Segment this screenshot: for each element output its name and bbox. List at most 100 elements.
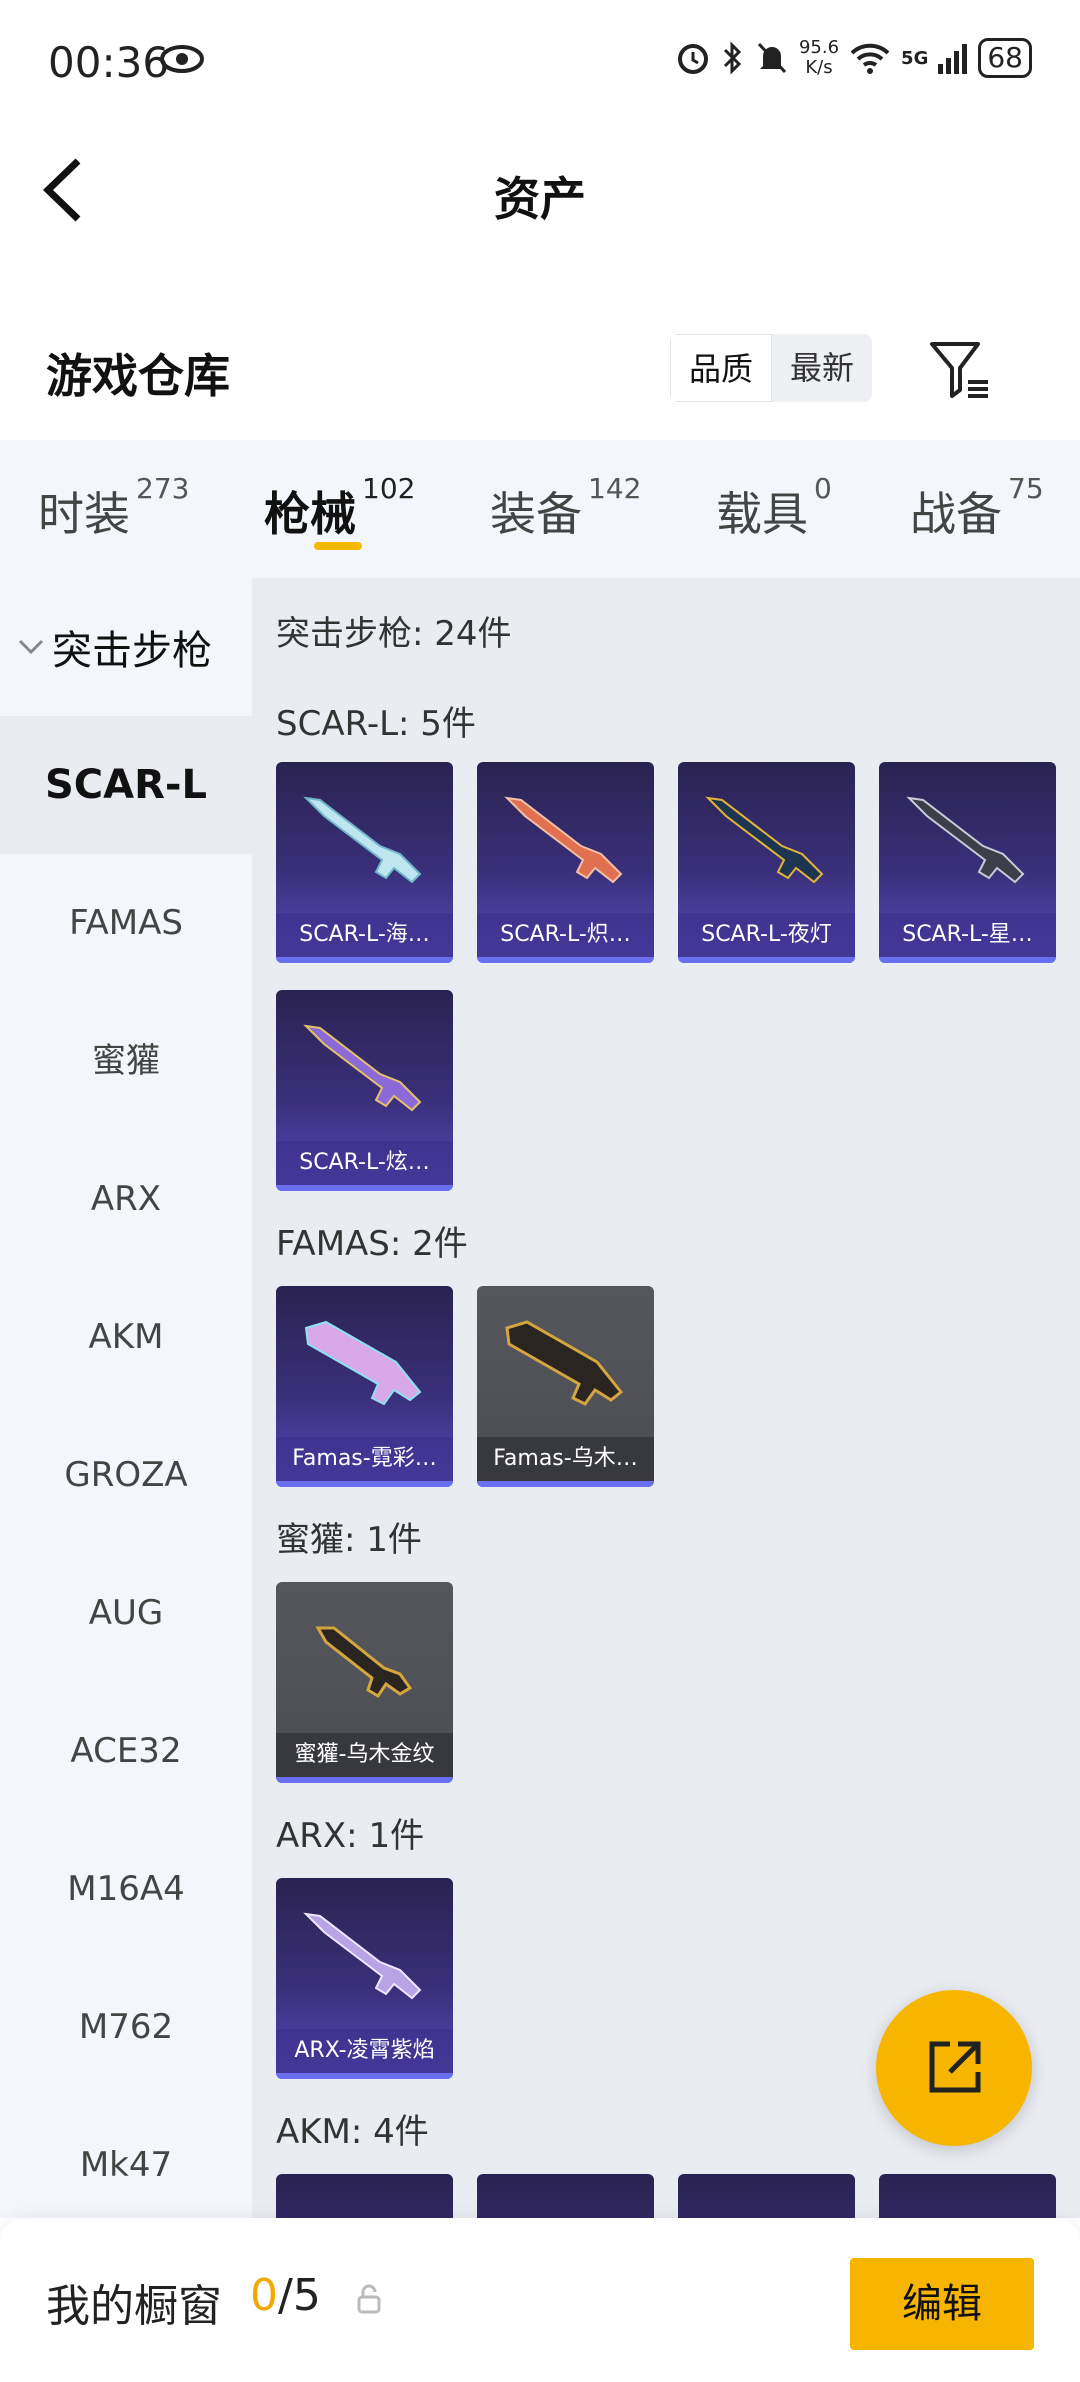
tab-count: 273 — [136, 472, 190, 505]
rifle-icon — [505, 1320, 624, 1406]
skin-card[interactable]: SCAR-L-星… — [879, 762, 1056, 963]
tab-supplies[interactable]: 战备 75 — [910, 472, 1044, 544]
category-tabs: 时装 273 枪械 102 装备 142 载具 0 战备 75 — [0, 440, 1080, 578]
weapon-sidebar: 突击步枪 SCAR-L FAMAS 蜜獾 ARX AKM GROZA AUG A… — [0, 578, 252, 2218]
skin-card[interactable]: SCAR-L-炽… — [477, 762, 654, 963]
skin-card[interactable]: 蜜獾-乌木金纹 — [276, 1582, 453, 1783]
sidebar-item-famas[interactable]: FAMAS — [0, 854, 252, 992]
rarity-bar — [678, 957, 855, 963]
net-speed-unit: K/s — [805, 57, 833, 78]
showcase-total: /5 — [278, 2270, 321, 2321]
skin-card[interactable] — [879, 2174, 1056, 2218]
showcase-title: 我的橱窗 — [46, 2281, 222, 2332]
sidebar-item-akm[interactable]: AKM — [0, 1268, 252, 1406]
skin-name: SCAR-L-炫… — [276, 1141, 453, 1185]
rifle-icon — [303, 796, 422, 884]
external-link-icon — [929, 2041, 981, 2093]
group-title-akm: AKM: 4件 — [276, 2112, 429, 2152]
group-title-famas: FAMAS: 2件 — [276, 1224, 468, 1264]
alarm-icon — [677, 44, 708, 74]
battery-indicator: 68 — [978, 38, 1032, 78]
edit-button[interactable]: 编辑 — [850, 2258, 1034, 2350]
showcase-current: 0 — [250, 2270, 278, 2321]
rifle-icon — [304, 1320, 422, 1406]
filter-icon[interactable] — [928, 338, 992, 402]
status-icons: 95.6 K/s 5G 68 — [675, 38, 1032, 78]
skin-name: ARX-凌霄紫焰 — [276, 2029, 453, 2073]
rarity-bar — [276, 2073, 453, 2079]
signal-type: 5G — [901, 47, 929, 69]
page-title: 资产 — [494, 172, 586, 226]
skin-card[interactable]: ARX-凌霄紫焰 — [276, 1878, 453, 2079]
active-tab-indicator — [314, 542, 362, 550]
net-speed: 95.6 K/s — [799, 38, 839, 78]
rifle-icon — [315, 1626, 413, 1699]
skin-name: SCAR-L-星… — [879, 913, 1056, 957]
group-title-arx: ARX: 1件 — [276, 1816, 425, 1856]
skin-card[interactable]: SCAR-L-炫… — [276, 990, 453, 1191]
showcase-bar: 我的橱窗 0/5 编辑 — [0, 2218, 1080, 2382]
tab-fashion[interactable]: 时装 273 — [38, 472, 189, 544]
skin-name: 蜜獾-乌木金纹 — [276, 1733, 453, 1777]
tab-vehicles[interactable]: 载具 0 — [716, 472, 832, 544]
status-bar: 00:36 95.6 K/s 5G 68 — [0, 0, 1080, 125]
group-title-honey-badger: 蜜獾: 1件 — [276, 1520, 422, 1560]
warehouse-header: 游戏仓库 品质 最新 — [0, 320, 1080, 440]
tab-guns[interactable]: 枪械 102 — [264, 472, 415, 544]
skin-card[interactable] — [477, 2174, 654, 2218]
skin-name: Famas-霓彩… — [276, 1437, 453, 1481]
sort-latest-button[interactable]: 最新 — [772, 334, 872, 402]
tab-label: 装备 — [490, 487, 582, 541]
tab-count: 142 — [588, 472, 642, 505]
sidebar-item-scar-l[interactable]: SCAR-L — [0, 716, 252, 854]
rifle-icon — [705, 796, 824, 884]
status-time: 00:36 — [48, 38, 170, 87]
wifi-icon — [850, 43, 890, 74]
tab-equipment[interactable]: 装备 142 — [490, 472, 641, 544]
skin-name: SCAR-L-海… — [276, 913, 453, 957]
bluetooth-icon — [723, 41, 742, 75]
weapon-content: 突击步枪: 24件 SCAR-L: 5件 SCAR-L-海… SCAR-L-炽…… — [252, 578, 1080, 2218]
rarity-bar — [276, 1777, 453, 1783]
rifle-icon — [303, 1024, 422, 1112]
sidebar-category[interactable]: 突击步枪 — [0, 578, 252, 716]
skin-name: SCAR-L-夜灯 — [678, 913, 855, 957]
sidebar-item-m16a4[interactable]: M16A4 — [0, 1820, 252, 1958]
rarity-bar — [879, 957, 1056, 963]
skin-card[interactable]: SCAR-L-夜灯 — [678, 762, 855, 963]
rarity-bar — [477, 1481, 654, 1487]
skin-card[interactable]: Famas-霓彩… — [276, 1286, 453, 1487]
category-summary: 突击步枪: 24件 — [276, 614, 512, 654]
rarity-bar — [276, 1185, 453, 1191]
skin-name: SCAR-L-炽… — [477, 913, 654, 957]
lock-icon — [357, 2284, 381, 2314]
sidebar-item-aug[interactable]: AUG — [0, 1544, 252, 1682]
sidebar-item-m762[interactable]: M762 — [0, 1958, 252, 2096]
skin-card[interactable]: SCAR-L-海… — [276, 762, 453, 963]
nav-bar: 资产 — [0, 125, 1080, 255]
skin-card[interactable] — [276, 2174, 453, 2218]
sort-quality-button[interactable]: 品质 — [670, 334, 772, 402]
rifle-icon — [504, 796, 623, 884]
tab-label: 枪械 — [264, 487, 356, 541]
sort-toggle: 品质 最新 — [670, 334, 872, 402]
sidebar-item-honey-badger[interactable]: 蜜獾 — [0, 992, 252, 1130]
skin-card[interactable] — [678, 2174, 855, 2218]
sidebar-item-arx[interactable]: ARX — [0, 1130, 252, 1268]
net-speed-value: 95.6 — [798, 37, 840, 58]
sidebar-item-mk47[interactable]: Mk47 — [0, 2096, 252, 2234]
mute-icon — [757, 42, 787, 74]
share-button[interactable] — [876, 1990, 1032, 2146]
eye-icon — [160, 45, 204, 73]
rarity-bar — [276, 1481, 453, 1487]
rifle-icon — [906, 796, 1025, 884]
tab-label: 战备 — [910, 487, 1002, 541]
group-title-scar-l: SCAR-L: 5件 — [276, 704, 476, 744]
skin-card[interactable]: Famas-乌木… — [477, 1286, 654, 1487]
tab-count: 102 — [362, 472, 416, 505]
rarity-bar — [276, 957, 453, 963]
sidebar-item-ace32[interactable]: ACE32 — [0, 1682, 252, 1820]
tab-label: 载具 — [716, 487, 808, 541]
tab-count: 75 — [1008, 472, 1044, 505]
sidebar-item-groza[interactable]: GROZA — [0, 1406, 252, 1544]
